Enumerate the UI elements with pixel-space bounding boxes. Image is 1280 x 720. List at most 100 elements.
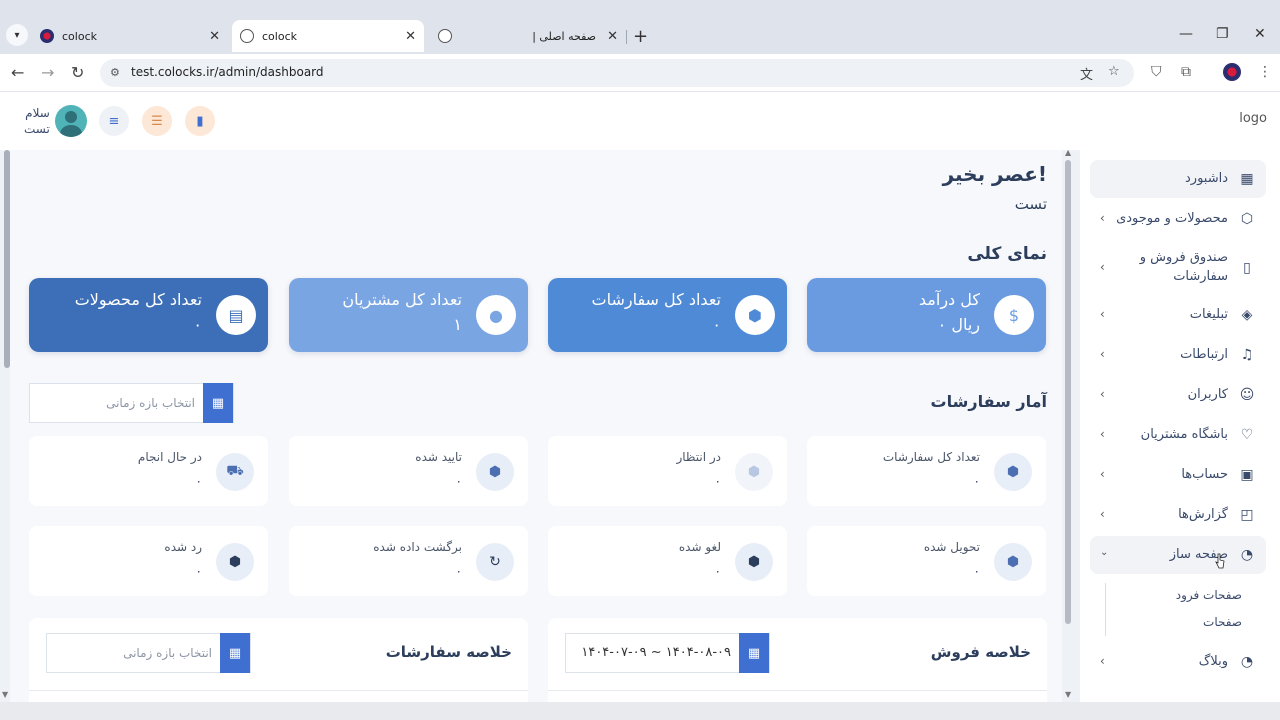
url-text[interactable]: test.colocks.ir/admin/dashboard	[131, 65, 324, 79]
stat-label: تعداد کل سفارشات	[591, 290, 722, 309]
window-bottom-edge	[0, 702, 1280, 720]
sidebar-item-page-builder[interactable]: ◔ صفحه ساز ⌄	[1090, 536, 1266, 574]
user-greeting: سلام تست	[24, 105, 50, 137]
sidebar-item-label: صندوق فروش و سفارشات	[1140, 248, 1228, 286]
colock-favicon-icon	[40, 29, 54, 43]
sidebar-item-communications[interactable]: ♫ ارتباطات ‹	[1090, 336, 1266, 374]
sidebar-item-blog[interactable]: ◔ وبلاگ ‹	[1090, 643, 1266, 681]
chevron-left-icon: ‹	[1100, 347, 1105, 361]
order-card-value: ۰	[973, 564, 980, 578]
return-icon: ↻	[476, 543, 514, 581]
order-card-value: ۰	[714, 474, 721, 488]
menu-toggle-icon[interactable]: ≡	[99, 106, 129, 136]
sidebar-item-label: ارتباطات	[1180, 347, 1228, 362]
stat-value: ۰ ریال	[937, 315, 980, 334]
avatar[interactable]	[55, 105, 87, 137]
rejected-box-icon: ⬢	[216, 543, 254, 581]
sidebar-item-accounts[interactable]: ▣ حساب‌ها ‹	[1090, 456, 1266, 494]
tab-close-icon[interactable]: ✕	[209, 29, 220, 44]
sidebar-item-ads[interactable]: ◈ تبلیغات ‹	[1090, 296, 1266, 334]
left-scroll-down-arrow-icon[interactable]: ▼	[2, 690, 8, 699]
order-card-pending[interactable]: ⬢ در انتظار ۰	[548, 436, 787, 506]
check-box-icon: ⬢	[476, 453, 514, 491]
browser-tabbar: ▾ colock ✕ colock ✕ | صفحه اصلی ✕ + — ❐ …	[0, 0, 1280, 54]
browser-tab-1[interactable]: colock ✕	[32, 20, 228, 52]
more-menu-icon[interactable]: ⋮	[1258, 64, 1272, 80]
reload-icon[interactable]: ↻	[71, 63, 84, 82]
scroll-up-arrow-icon[interactable]: ▲	[1065, 148, 1071, 157]
order-card-value: ۰	[973, 474, 980, 488]
chevron-left-icon: ‹	[1100, 211, 1105, 225]
order-card-delivered[interactable]: ⬢ تحویل شده ۰	[807, 526, 1046, 596]
stat-card-customers[interactable]: ● تعداد کل مشتریان ۱	[289, 278, 528, 352]
dashboard-icon: ▦	[1240, 171, 1254, 187]
sidebar-item-customer-club[interactable]: ♡ باشگاه مشتریان ‹	[1090, 416, 1266, 454]
dollar-icon: $	[994, 295, 1034, 335]
order-card-total[interactable]: ⬢ تعداد کل سفارشات ۰	[807, 436, 1046, 506]
order-card-in-progress[interactable]: ⛟ در حال انجام ۰	[29, 436, 268, 506]
order-card-label: لغو شده	[678, 540, 721, 554]
order-card-value: ۰	[455, 564, 462, 578]
panel-divider	[29, 690, 528, 691]
sidebar-item-reports[interactable]: ◰ گزارش‌ها ‹	[1090, 496, 1266, 534]
forward-arrow-icon[interactable]: →	[41, 63, 54, 82]
sidebar-item-dashboard[interactable]: ▦ داشبورد	[1090, 160, 1266, 198]
chevron-down-icon: ⌄	[1100, 547, 1109, 558]
bookmark-icon[interactable]: ▮	[185, 106, 215, 136]
order-card-label: تعداد کل سفارشات	[882, 450, 980, 464]
chevron-left-icon: ‹	[1100, 654, 1105, 668]
stat-card-products[interactable]: ▤ تعداد کل محصولات ۰	[29, 278, 268, 352]
stat-card-orders[interactable]: ⬢ تعداد کل سفارشات ۰	[548, 278, 787, 352]
sidebar-item-label: داشبورد	[1185, 171, 1228, 186]
orders-summary-date-input[interactable]: انتخاب بازه زمانی ▦	[46, 633, 251, 673]
logo[interactable]: logo	[1239, 111, 1267, 126]
sidebar-item-sales-box[interactable]: ▯ صندوق فروش و سفارشات ‹	[1090, 246, 1266, 290]
label-line-2: سفارشات	[1173, 269, 1228, 284]
back-arrow-icon[interactable]: ←	[11, 63, 24, 82]
sidebar-subitem-pages[interactable]: صفحات	[1203, 615, 1242, 629]
orders-date-range-input[interactable]: انتخاب بازه زمانی ▦	[29, 383, 234, 423]
calendar-icon[interactable]: ▦	[220, 633, 250, 673]
tab-search-button[interactable]: ▾	[6, 24, 28, 46]
sidebar-item-users[interactable]: ☺ کاربران ‹	[1090, 376, 1266, 414]
order-card-label: تایید شده	[415, 450, 462, 464]
order-card-approved[interactable]: ⬢ تایید شده ۰	[289, 436, 528, 506]
stat-card-revenue[interactable]: $ کل درآمد ۰ ریال	[807, 278, 1046, 352]
stat-label: کل درآمد	[918, 290, 980, 309]
receipt-icon: ▯	[1243, 260, 1251, 276]
scroll-down-arrow-icon[interactable]: ▼	[1065, 690, 1071, 699]
browser-tab-2[interactable]: colock ✕	[232, 20, 424, 52]
minimize-button[interactable]: —	[1179, 26, 1193, 42]
orders-stats-title: آمار سفارشات	[930, 392, 1047, 411]
translate-icon[interactable]: 文	[1080, 64, 1093, 83]
tab-close-icon[interactable]: ✕	[405, 29, 416, 44]
list-icon[interactable]: ☰	[142, 106, 172, 136]
overview-title: نمای کلی	[967, 244, 1047, 264]
extensions-puzzle-icon[interactable]: ⧉	[1181, 64, 1191, 80]
address-bar[interactable]: ⚙ test.colocks.ir/admin/dashboard 文 ☆	[100, 59, 1134, 87]
order-card-cancelled[interactable]: ⬢ لغو شده ۰	[548, 526, 787, 596]
globe-favicon-icon	[240, 29, 254, 43]
globe-favicon-icon	[438, 29, 452, 43]
site-settings-icon[interactable]: ⚙	[110, 66, 120, 79]
bookmark-star-icon[interactable]: ☆	[1108, 64, 1120, 79]
sales-date-range-input[interactable]: ۱۴۰۴-۰۷-۰۹ ~ ۱۴۰۴-۰۸-۰۹ ▦	[565, 633, 770, 673]
profile-avatar-icon[interactable]	[1223, 63, 1241, 81]
sidebar-item-products[interactable]: ⬡ محصولات و موجودی ‹	[1090, 200, 1266, 238]
sidebar-subitem-landing-pages[interactable]: صفحات فرود	[1176, 588, 1242, 602]
calendar-icon[interactable]: ▦	[203, 383, 233, 423]
shield-extension-icon[interactable]: ⛉	[1151, 64, 1162, 80]
main-scrollbar[interactable]	[1065, 160, 1071, 624]
chevron-left-icon: ‹	[1100, 507, 1105, 521]
close-window-button[interactable]: ✕	[1254, 26, 1266, 42]
stat-value: ۰	[712, 315, 721, 334]
sales-date-value: ۱۴۰۴-۰۷-۰۹ ~ ۱۴۰۴-۰۸-۰۹	[581, 645, 731, 660]
chart-icon: ◰	[1240, 507, 1254, 523]
order-card-returned[interactable]: ↻ برگشت داده شده ۰	[289, 526, 528, 596]
maximize-button[interactable]: ❐	[1216, 26, 1229, 42]
tab-close-icon[interactable]: ✕	[607, 29, 618, 44]
order-card-rejected[interactable]: ⬢ رد شده ۰	[29, 526, 268, 596]
browser-tab-3[interactable]: | صفحه اصلی ✕	[430, 20, 626, 52]
calendar-icon[interactable]: ▦	[739, 633, 769, 673]
new-tab-button[interactable]: +	[633, 26, 648, 47]
